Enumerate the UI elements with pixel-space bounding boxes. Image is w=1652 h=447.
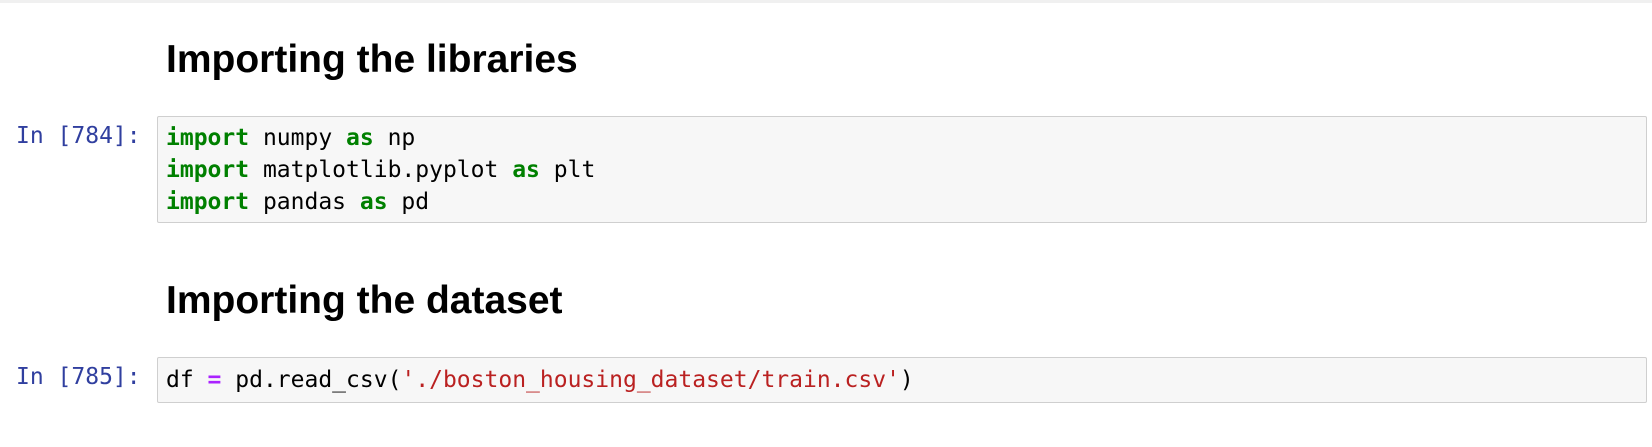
markdown-heading-libraries[interactable]: Importing the libraries [166, 40, 578, 79]
module-name: numpy [249, 125, 347, 151]
code-cell-imports[interactable]: import numpy as np import matplotlib.pyp… [157, 116, 1647, 223]
string-literal: './boston_housing_dataset/train.csv' [401, 367, 900, 393]
input-prompt-784: In [784]: [16, 123, 141, 149]
notebook: Importing the libraries In [784]: import… [0, 0, 1652, 447]
keyword: as [346, 125, 374, 151]
function-call: pd.read_csv( [221, 367, 402, 393]
code-line: import pandas as pd [158, 186, 1646, 218]
close-paren: ) [899, 367, 914, 393]
keyword: import [166, 125, 250, 151]
markdown-heading-dataset[interactable]: Importing the dataset [166, 281, 563, 320]
alias-name: plt [539, 157, 596, 183]
code-line: df = pd.read_csv('./boston_housing_datas… [158, 364, 1646, 396]
variable-name: df [166, 367, 208, 393]
keyword: as [512, 157, 540, 183]
toolbar-divider [0, 0, 1652, 3]
input-prompt-785: In [785]: [16, 364, 141, 390]
module-name: pandas [249, 189, 360, 215]
keyword: as [359, 189, 388, 215]
module-name: matplotlib.pyplot [249, 157, 513, 183]
keyword: import [166, 157, 250, 183]
alias-name: pd [387, 189, 430, 215]
code-cell-read-csv[interactable]: df = pd.read_csv('./boston_housing_datas… [157, 357, 1647, 403]
code-line: import matplotlib.pyplot as plt [158, 154, 1646, 186]
alias-name: np [373, 125, 416, 151]
code-line: import numpy as np [158, 122, 1646, 154]
assign-operator: = [207, 367, 222, 393]
keyword: import [166, 189, 250, 215]
